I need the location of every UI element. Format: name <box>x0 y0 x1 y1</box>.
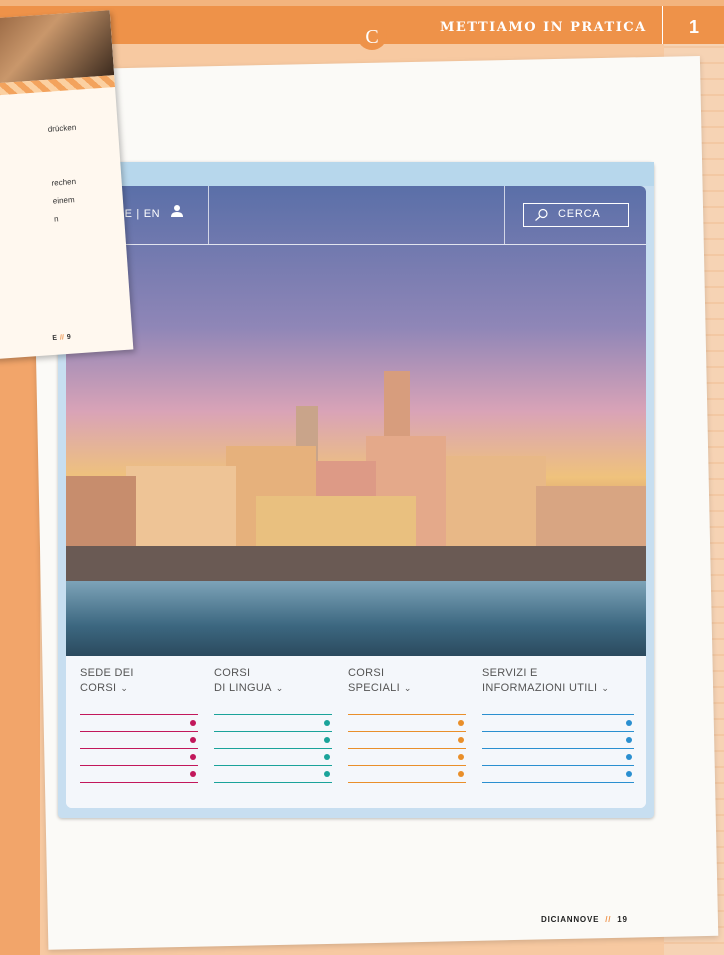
menu-entry[interactable] <box>482 698 634 715</box>
bullet-icon <box>458 720 464 726</box>
menu-columns: SEDE DEI CORSI ⌄ CORSI DI LINGUA ⌄ CORSI SPEC… <box>66 656 646 808</box>
top-strip <box>0 0 724 6</box>
previous-page-card: drücken rechen einem n E//9 <box>0 10 134 360</box>
menu-servizi-informazioni[interactable]: SERVIZI E INFORMAZIONI UTILI ⌄ <box>482 666 634 783</box>
search-button[interactable]: CERCA <box>523 203 629 227</box>
bullet-icon <box>324 771 330 777</box>
menu-entry[interactable] <box>80 766 198 783</box>
previous-page-footer-word: E <box>52 334 58 343</box>
menu-entry[interactable] <box>214 766 332 783</box>
bullet-icon <box>626 720 632 726</box>
menu-entry[interactable] <box>80 749 198 766</box>
menu-entry[interactable] <box>80 698 198 715</box>
menu-entry[interactable] <box>348 766 466 783</box>
chevron-down-icon[interactable]: ⌄ <box>404 683 412 693</box>
menu-heading-line2: CORSI <box>80 682 117 694</box>
previous-page-text: rechen <box>51 177 77 188</box>
menu-heading-line1: CORSI <box>348 667 385 679</box>
bullet-icon <box>458 771 464 777</box>
bullet-icon <box>190 771 196 777</box>
footer-word: DICIANNOVE <box>541 915 600 924</box>
menu-entry[interactable] <box>80 732 198 749</box>
chevron-down-icon[interactable]: ⌄ <box>120 683 128 693</box>
menu-entry[interactable] <box>348 715 466 732</box>
hero-image: IT|DE|EN CERCA <box>66 186 646 656</box>
menu-entry[interactable] <box>348 732 466 749</box>
search-icon <box>535 208 548 221</box>
menu-heading-line1: SERVIZI E <box>482 667 538 679</box>
menu-heading-line1: SEDE DEI <box>80 667 134 679</box>
bullet-icon <box>324 737 330 743</box>
lang-en[interactable]: EN <box>144 208 160 220</box>
browser-titlebar <box>58 162 654 186</box>
bullet-icon <box>324 720 330 726</box>
menu-entry[interactable] <box>214 715 332 732</box>
search-area: CERCA <box>504 186 646 244</box>
menu-corsi-di-lingua[interactable]: CORSI DI LINGUA ⌄ <box>214 666 332 783</box>
website-page: IT|DE|EN CERCA <box>66 186 646 808</box>
bullet-icon <box>626 737 632 743</box>
section-badge: C <box>357 20 387 50</box>
chevron-down-icon[interactable]: ⌄ <box>601 683 609 693</box>
menu-heading: SEDE DEI CORSI ⌄ <box>80 666 198 698</box>
previous-page-footer-slash: // <box>59 334 65 342</box>
menu-entry[interactable] <box>482 732 634 749</box>
menu-corsi-speciali[interactable]: CORSI SPECIALI ⌄ <box>348 666 466 783</box>
menu-entry[interactable] <box>214 732 332 749</box>
user-icon[interactable] <box>170 204 184 218</box>
previous-page-text: n <box>53 214 59 224</box>
previous-page-footer: E//9 <box>52 334 71 342</box>
lang-separator: | <box>136 208 140 220</box>
menu-entry[interactable] <box>214 749 332 766</box>
site-navbar: IT|DE|EN CERCA <box>66 186 646 245</box>
page-footer: DICIANNOVE // 19 <box>541 915 628 924</box>
unit-number-box: 1 <box>662 6 724 44</box>
bullet-icon <box>458 737 464 743</box>
bullet-icon <box>626 771 632 777</box>
unit-number: 1 <box>688 17 699 37</box>
bullet-icon <box>324 754 330 760</box>
sea <box>66 581 646 656</box>
menu-heading-line1: CORSI <box>214 667 251 679</box>
menu-entry[interactable] <box>482 749 634 766</box>
menu-sede-dei-corsi[interactable]: SEDE DEI CORSI ⌄ <box>80 666 198 783</box>
previous-page-text: einem <box>52 195 75 206</box>
building <box>126 466 236 556</box>
browser-window: IT|DE|EN CERCA <box>58 162 654 818</box>
section-title: METTIAMO IN PRATICA <box>440 20 647 35</box>
menu-entry[interactable] <box>482 766 634 783</box>
bullet-icon <box>190 720 196 726</box>
footer-slash: // <box>605 915 612 924</box>
menu-heading-line2: SPECIALI <box>348 682 400 694</box>
menu-entry[interactable] <box>348 698 466 715</box>
chevron-down-icon[interactable]: ⌄ <box>276 683 284 693</box>
menu-heading: CORSI SPECIALI ⌄ <box>348 666 466 698</box>
menu-entry[interactable] <box>214 698 332 715</box>
bullet-icon <box>458 754 464 760</box>
footer-page-number: 19 <box>617 915 628 924</box>
town-illustration <box>66 346 646 556</box>
menu-heading: SERVIZI E INFORMAZIONI UTILI ⌄ <box>482 666 634 698</box>
building <box>66 476 136 556</box>
previous-page-number: 9 <box>66 333 72 342</box>
bullet-icon <box>190 737 196 743</box>
search-label: CERCA <box>558 208 601 220</box>
previous-page-text: drücken <box>47 122 77 134</box>
menu-heading: CORSI DI LINGUA ⌄ <box>214 666 332 698</box>
menu-heading-line2: DI LINGUA <box>214 682 272 694</box>
menu-entry[interactable] <box>80 715 198 732</box>
menu-entry[interactable] <box>482 715 634 732</box>
bullet-icon <box>626 754 632 760</box>
menu-entry[interactable] <box>348 749 466 766</box>
bullet-icon <box>190 754 196 760</box>
menu-heading-line2: INFORMAZIONI UTILI <box>482 682 598 694</box>
building <box>446 456 546 556</box>
previous-page-photo <box>0 10 115 85</box>
